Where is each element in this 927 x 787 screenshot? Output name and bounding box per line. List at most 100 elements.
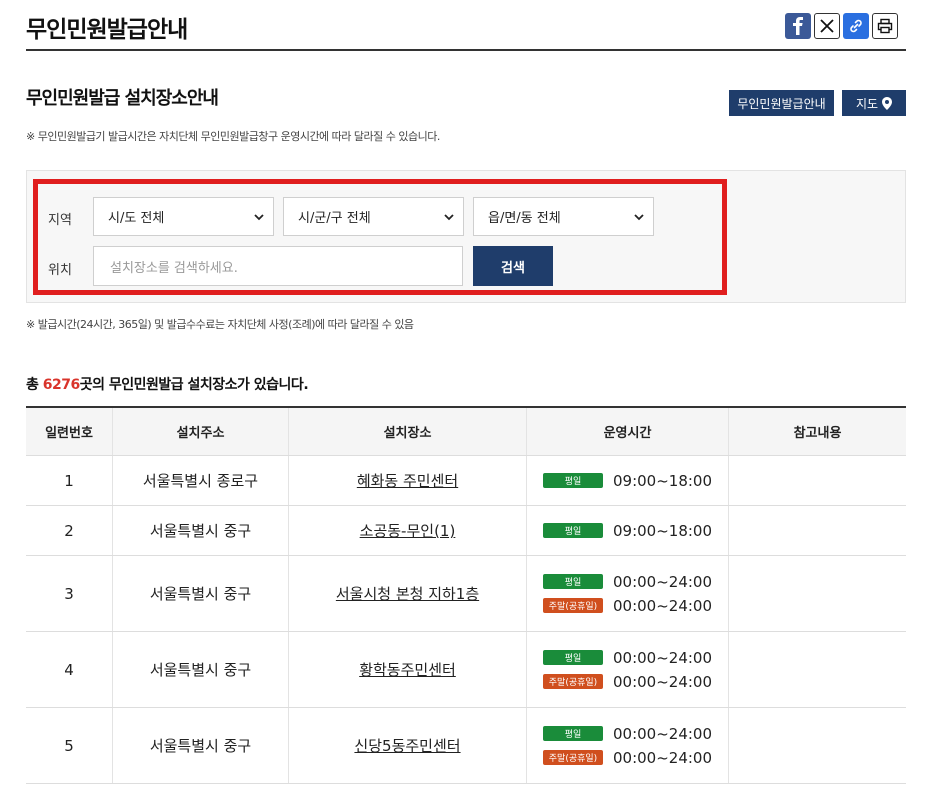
hours-time: 00:00~24:00 xyxy=(612,672,713,691)
header-address: 설치주소 xyxy=(113,408,289,455)
header-hours: 운영시간 xyxy=(527,408,729,455)
facebook-icon xyxy=(793,17,803,35)
sigungu-select[interactable]: 시/군/구 전체 xyxy=(283,197,464,236)
hours-time: 00:00~24:00 xyxy=(612,748,713,767)
weekday-badge: 평일 xyxy=(542,726,603,741)
row-notes xyxy=(729,556,906,631)
chevron-down-icon xyxy=(444,214,454,221)
hours-time: 00:00~24:00 xyxy=(612,596,713,615)
chevron-down-icon xyxy=(634,214,644,221)
row-number: 2 xyxy=(26,506,113,555)
row-address: 서울특별시 중구 xyxy=(113,708,289,783)
place-link[interactable]: 신당5동주민센터 xyxy=(354,735,460,756)
weekend-badge: 주말(공휴일) xyxy=(542,674,603,689)
page-header: 무인민원발급안내 xyxy=(26,0,906,51)
guide-button[interactable]: 무인민원발급안내 xyxy=(729,90,834,116)
x-share-button[interactable] xyxy=(814,13,840,39)
row-hours: 평일 00:00~24:00 주말(공휴일) 00:00~24:00 xyxy=(527,708,729,783)
place-link[interactable]: 혜화동 주민센터 xyxy=(357,470,458,491)
table-header: 일련번호 설치주소 설치장소 운영시간 참고내용 xyxy=(26,408,906,456)
weekday-badge: 평일 xyxy=(542,574,603,589)
row-number: 3 xyxy=(26,556,113,631)
row-address: 서울특별시 중구 xyxy=(113,632,289,707)
row-place-cell: 혜화동 주민센터 xyxy=(289,456,527,505)
row-notes xyxy=(729,708,906,783)
weekend-badge: 주말(공휴일) xyxy=(542,598,603,613)
weekday-badge: 평일 xyxy=(542,650,603,665)
page-title: 무인민원발급안내 xyxy=(26,17,188,43)
row-notes xyxy=(729,506,906,555)
weekend-badge: 주말(공휴일) xyxy=(542,750,603,765)
search-button[interactable]: 검색 xyxy=(473,246,553,286)
row-address: 서울특별시 중구 xyxy=(113,506,289,555)
row-hours: 평일 00:00~24:00 주말(공휴일) 00:00~24:00 xyxy=(527,556,729,631)
summary-suffix: 곳의 무인민원발급 설치장소가 있습니다. xyxy=(79,377,309,393)
hours-line: 평일 00:00~24:00 xyxy=(542,572,713,591)
table-row: 5 서울특별시 중구 신당5동주민센터 평일 00:00~24:00 주말(공휴일) 00:… xyxy=(26,708,906,784)
location-table: 일련번호 설치주소 설치장소 운영시간 참고내용 1 서울특별시 종로구 혜화동 주… xyxy=(26,406,906,784)
map-button[interactable]: 지도 xyxy=(842,90,906,116)
row-number: 1 xyxy=(26,456,113,505)
header-notes: 참고내용 xyxy=(793,426,842,441)
row-hours: 평일 09:00~18:00 xyxy=(527,456,729,505)
sigungu-select-value: 시/군/구 전체 xyxy=(298,211,371,226)
top-actions: 무인민원발급안내 지도 xyxy=(729,90,906,116)
row-place-cell: 소공동-무인(1) xyxy=(289,506,527,555)
share-toolbar xyxy=(785,13,898,39)
weekday-badge: 평일 xyxy=(542,473,603,488)
place-link[interactable]: 서울시청 본청 지하1층 xyxy=(336,583,479,604)
place-link[interactable]: 소공동-무인(1) xyxy=(360,520,456,541)
table-row: 1 서울특별시 종로구 혜화동 주민센터 평일 09:00~18:00 xyxy=(26,456,906,506)
row-address: 서울특별시 중구 xyxy=(113,556,289,631)
region-label: 지역 xyxy=(48,213,72,228)
hours-line: 평일 00:00~24:00 xyxy=(542,648,713,667)
copy-link-button[interactable] xyxy=(843,13,869,39)
hours-time: 09:00~18:00 xyxy=(612,521,713,540)
hours-line: 평일 00:00~24:00 xyxy=(542,724,713,743)
eupmyeondong-select-value: 읍/면/동 전체 xyxy=(488,211,561,226)
link-icon xyxy=(850,19,862,33)
search-placeholder: 설치장소를 검색하세요. xyxy=(110,260,238,276)
issuance-time-note: ※ 무인민원발급기 발급시간은 자치단체 무인민원발급창구 운영시간에 따라 달… xyxy=(26,130,440,143)
chevron-down-icon xyxy=(254,214,264,221)
hours-line: 주말(공휴일) 00:00~24:00 xyxy=(542,748,713,767)
print-button[interactable] xyxy=(872,13,898,39)
hours-line: 평일 09:00~18:00 xyxy=(542,521,713,540)
hours-time: 09:00~18:00 xyxy=(612,471,713,490)
map-pin-icon xyxy=(882,96,893,110)
table-row: 3 서울특별시 중구 서울시청 본청 지하1층 평일 00:00~24:00 주말(공휴일… xyxy=(26,556,906,632)
row-hours: 평일 00:00~24:00 주말(공휴일) 00:00~24:00 xyxy=(527,632,729,707)
header-no: 일련번호 xyxy=(26,408,113,455)
row-place-cell: 서울시청 본청 지하1층 xyxy=(289,556,527,631)
location-label: 위치 xyxy=(48,263,72,278)
result-count: 6276 xyxy=(42,377,80,393)
table-row: 2 서울특별시 중구 소공동-무인(1) 평일 09:00~18:00 xyxy=(26,506,906,556)
highlight-frame: 지역 시/도 전체 시/군/구 전체 읍/면/동 전체 위치 설치장소를 검색하… xyxy=(33,179,727,295)
search-panel: 지역 시/도 전체 시/군/구 전체 읍/면/동 전체 위치 설치장소를 검색하… xyxy=(26,170,906,303)
table-body: 1 서울특별시 종로구 혜화동 주민센터 평일 09:00~18:00 2 서울특별시 중구… xyxy=(26,456,906,784)
row-notes xyxy=(729,632,906,707)
section-title: 무인민원발급 설치장소안내 xyxy=(26,88,219,109)
summary-prefix: 총 xyxy=(26,377,43,393)
hours-time: 00:00~24:00 xyxy=(612,648,713,667)
fee-note: ※ 발급시간(24시간, 365일) 및 발급수수료는 자치단체 사정(조례)에… xyxy=(26,318,414,331)
facebook-share-button[interactable] xyxy=(785,13,811,39)
print-icon xyxy=(877,18,893,34)
row-hours: 평일 09:00~18:00 xyxy=(527,506,729,555)
sido-select[interactable]: 시/도 전체 xyxy=(93,197,274,236)
sido-select-value: 시/도 전체 xyxy=(108,211,165,226)
row-place-cell: 신당5동주민센터 xyxy=(289,708,527,783)
weekday-badge: 평일 xyxy=(542,523,603,538)
result-summary: 총 6276곳의 무인민원발급 설치장소가 있습니다. xyxy=(26,374,309,394)
row-number: 4 xyxy=(26,632,113,707)
map-button-label: 지도 xyxy=(855,96,879,111)
hours-time: 00:00~24:00 xyxy=(612,572,713,591)
place-link[interactable]: 황학동주민센터 xyxy=(359,659,456,680)
hours-line: 주말(공휴일) 00:00~24:00 xyxy=(542,672,713,691)
x-twitter-icon xyxy=(820,19,834,33)
eupmyeondong-select[interactable]: 읍/면/동 전체 xyxy=(473,197,654,236)
row-notes xyxy=(729,456,906,505)
hours-line: 주말(공휴일) 00:00~24:00 xyxy=(542,596,713,615)
location-search-input[interactable]: 설치장소를 검색하세요. xyxy=(93,246,463,286)
hours-time: 00:00~24:00 xyxy=(612,724,713,743)
